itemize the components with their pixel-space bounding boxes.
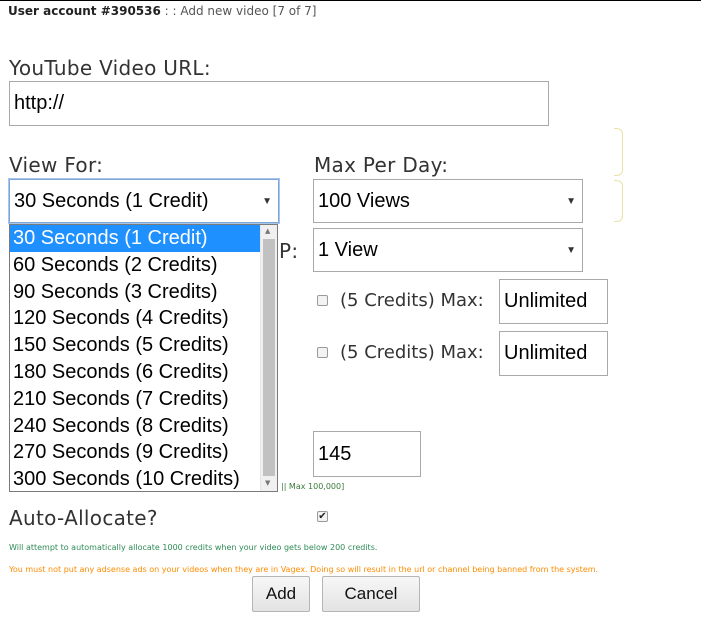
per-ip-select[interactable]: 1 View ▼ <box>313 228 583 272</box>
caret-down-icon: ▼ <box>566 195 576 207</box>
scroll-down-arrow-icon[interactable]: ▼ <box>265 479 270 487</box>
bracket-decoration <box>614 128 623 176</box>
view-for-selected-value: 30 Seconds (1 Credit) <box>14 189 209 212</box>
adsense-warning: You must not put any adsense ads on your… <box>9 565 599 574</box>
youtube-url-input[interactable]: http:// <box>9 81 549 126</box>
auto-allocate-note: Will attempt to automatically allocate 1… <box>9 543 378 552</box>
dropdown-option[interactable]: 210 Seconds (7 Credits) <box>10 386 261 413</box>
breadcrumb: User account #390536 : : Add new video [… <box>8 4 316 18</box>
dropdown-options: 30 Seconds (1 Credit) 60 Seconds (2 Cred… <box>10 225 261 491</box>
auto-allocate-label: Auto-Allocate? <box>9 506 158 530</box>
dropdown-option[interactable]: 60 Seconds (2 Credits) <box>10 252 261 279</box>
dropdown-scrollbar[interactable]: ▲ ▼ <box>260 225 277 491</box>
option-label-1: (5 Credits) Max: <box>340 290 484 311</box>
cancel-button[interactable]: Cancel <box>322 576 420 612</box>
dropdown-option[interactable]: 240 Seconds (8 Credits) <box>10 413 261 440</box>
breadcrumb-separator: : : <box>160 4 181 18</box>
checkmark-icon: ✔ <box>318 511 327 522</box>
max-per-day-select[interactable]: 100 Views ▼ <box>313 179 583 223</box>
view-for-select[interactable]: 30 Seconds (1 Credit) ▼ <box>9 179 279 223</box>
view-for-label: View For: <box>9 153 104 177</box>
dropdown-option[interactable]: 180 Seconds (6 Credits) <box>10 359 261 386</box>
dropdown-option[interactable]: 30 Seconds (1 Credit) <box>10 225 261 252</box>
credits-input[interactable]: 145 <box>313 431 421 477</box>
per-ip-selected-value: 1 View <box>318 238 378 261</box>
scroll-up-arrow-icon[interactable]: ▲ <box>265 227 270 235</box>
option-checkbox-1[interactable] <box>317 295 328 306</box>
auto-allocate-checkbox[interactable]: ✔ <box>317 511 328 522</box>
per-ip-label-fragment: P: <box>279 239 299 263</box>
dropdown-option[interactable]: 120 Seconds (4 Credits) <box>10 305 261 332</box>
option-label-2: (5 Credits) Max: <box>340 342 484 363</box>
dropdown-option[interactable]: 300 Seconds (10 Credits) <box>10 466 261 491</box>
caret-down-icon: ▼ <box>262 195 272 207</box>
caret-down-icon: ▼ <box>566 244 576 256</box>
option-checkbox-2[interactable] <box>317 347 328 358</box>
add-button[interactable]: Add <box>252 576 310 612</box>
scrollbar-thumb[interactable] <box>263 239 275 476</box>
top-bar: User account #390536 : : Add new video [… <box>0 0 701 23</box>
bracket-decoration <box>614 180 623 222</box>
breadcrumb-page: Add new video [7 of 7] <box>180 4 317 18</box>
option-max-input-1[interactable]: Unlimited <box>499 279 608 324</box>
dropdown-option[interactable]: 150 Seconds (5 Credits) <box>10 332 261 359</box>
dropdown-option[interactable]: 270 Seconds (9 Credits) <box>10 439 261 466</box>
youtube-url-label: YouTube Video URL: <box>9 56 211 80</box>
option-max-input-2[interactable]: Unlimited <box>499 331 608 376</box>
dropdown-option[interactable]: 90 Seconds (3 Credits) <box>10 279 261 306</box>
credits-max-hint: || Max 100,000] <box>281 482 345 491</box>
view-for-dropdown-list: 30 Seconds (1 Credit) 60 Seconds (2 Cred… <box>9 224 278 492</box>
max-per-day-selected-value: 100 Views <box>318 189 410 212</box>
account-label: User account #390536 <box>8 4 161 18</box>
max-per-day-label: Max Per Day: <box>314 153 449 177</box>
